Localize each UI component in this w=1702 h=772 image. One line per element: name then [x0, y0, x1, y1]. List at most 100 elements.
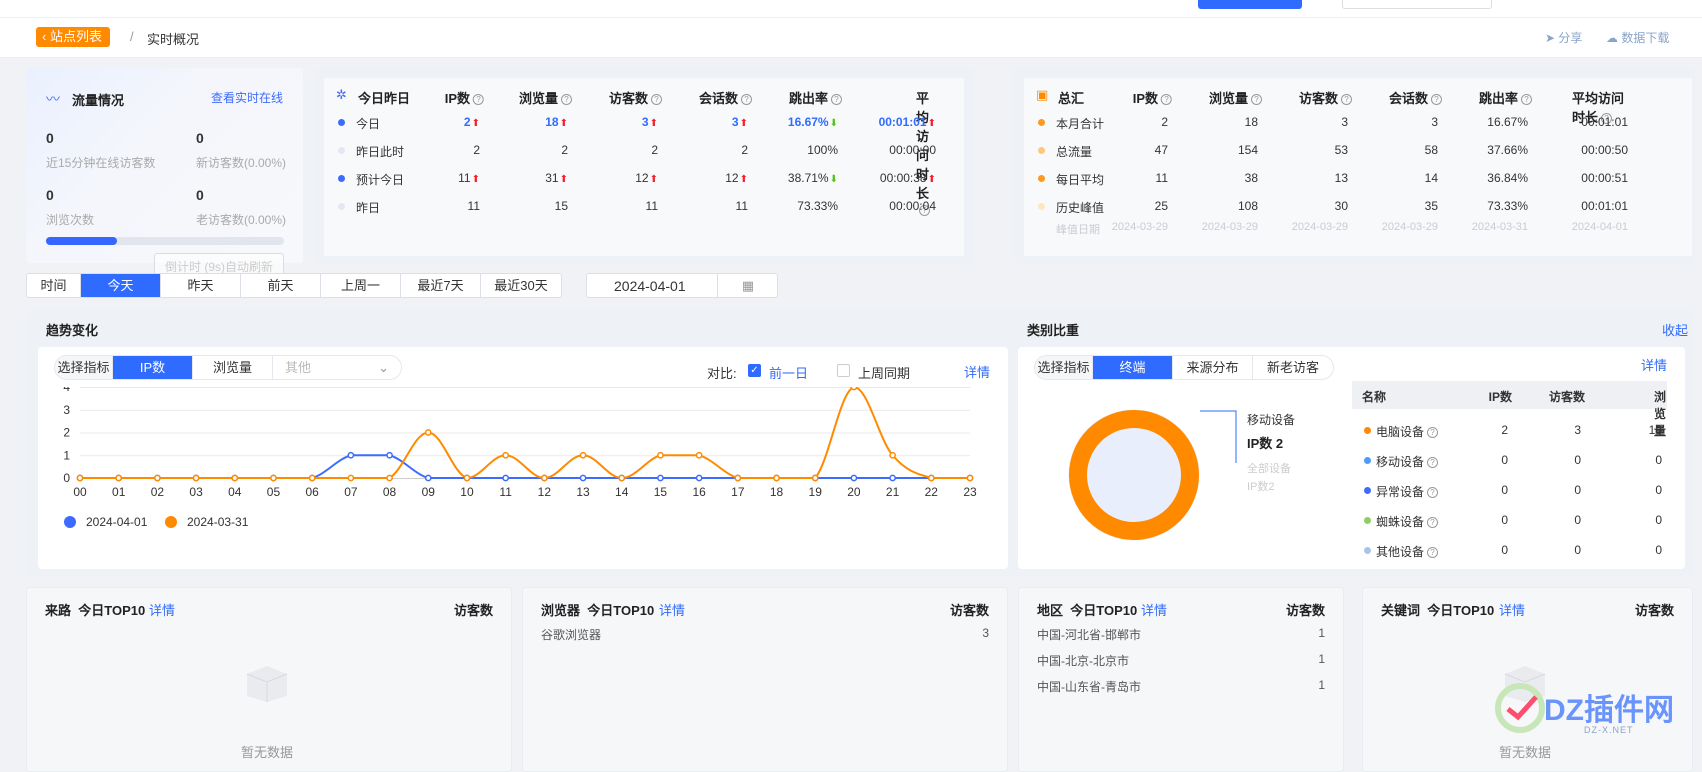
data-point[interactable]: [424, 429, 432, 436]
metric-tab-ip[interactable]: IP数: [113, 356, 193, 379]
table-cell: 47: [1154, 143, 1168, 157]
compare-last-week-checkbox[interactable]: [837, 364, 850, 377]
data-point[interactable]: [773, 474, 780, 482]
data-point[interactable]: [76, 474, 84, 482]
help-icon[interactable]: ?: [473, 94, 484, 105]
table-cell: 18⬆: [545, 115, 568, 129]
category-tab-terminal[interactable]: 终端: [1093, 356, 1173, 379]
calendar-icon[interactable]: ▦: [717, 274, 778, 297]
site-list-button[interactable]: ‹ 站点列表: [36, 27, 110, 47]
metric-other-select[interactable]: 其他 ⌄: [273, 356, 401, 379]
keyword-detail-link[interactable]: 详情: [1499, 600, 1525, 619]
time-tab[interactable]: 最近30天: [481, 274, 561, 297]
category-tab-new-old[interactable]: 新老访客: [1253, 356, 1333, 379]
data-point[interactable]: [540, 474, 548, 482]
date-picker[interactable]: 2024-04-01 ▦: [586, 273, 778, 298]
device-table-header: 名称 IP数 访客数 浏览量: [1352, 381, 1667, 438]
watermark-url: DZ-X.NET: [1584, 725, 1634, 735]
help-icon[interactable]: ?: [1427, 457, 1439, 468]
category-tab-source[interactable]: 来源分布: [1173, 356, 1253, 379]
data-point[interactable]: [657, 451, 664, 459]
data-point[interactable]: [850, 474, 858, 482]
data-point[interactable]: [347, 451, 355, 459]
legend-label[interactable]: 2024-03-31: [187, 515, 249, 529]
x-tick-label: 04: [228, 485, 242, 499]
region-detail-link[interactable]: 详情: [1141, 600, 1167, 619]
data-point[interactable]: [657, 474, 664, 482]
table-cell: 13: [1334, 171, 1348, 185]
time-tab[interactable]: 上周一: [321, 274, 401, 297]
legend-swatch[interactable]: [165, 516, 177, 528]
data-point[interactable]: [308, 474, 316, 482]
help-icon[interactable]: ?: [831, 94, 842, 105]
data-point[interactable]: [502, 474, 510, 482]
table-cell: 0: [1655, 453, 1662, 467]
data-point[interactable]: [850, 387, 858, 391]
data-point[interactable]: [154, 474, 161, 482]
help-icon[interactable]: ?: [741, 94, 752, 105]
time-tab[interactable]: 昨天: [161, 274, 241, 297]
data-point[interactable]: [386, 451, 393, 459]
help-icon[interactable]: ?: [561, 94, 572, 105]
help-icon[interactable]: ?: [1427, 427, 1439, 438]
data-point[interactable]: [270, 474, 277, 482]
data-point[interactable]: [734, 474, 742, 482]
data-point[interactable]: [502, 451, 510, 459]
time-tab[interactable]: 前天: [241, 274, 321, 297]
region-title: 地区 今日TOP10: [1037, 603, 1138, 618]
data-point[interactable]: [579, 474, 587, 482]
data-point[interactable]: [966, 474, 974, 482]
list-item: 中国-山东省-青岛市: [1037, 680, 1141, 694]
help-icon[interactable]: ?: [1521, 94, 1532, 105]
help-icon[interactable]: ?: [1427, 517, 1439, 528]
trend-detail-link[interactable]: 详情: [964, 362, 990, 381]
browser-detail-link[interactable]: 详情: [659, 600, 685, 619]
peak-date-cell: 2024-03-29: [1201, 221, 1258, 233]
x-tick-label: 03: [189, 485, 203, 499]
x-tick-label: 11: [499, 485, 512, 499]
legend-label[interactable]: 2024-04-01: [86, 515, 148, 529]
data-point[interactable]: [618, 474, 626, 482]
table-cell: 0: [1501, 483, 1508, 497]
data-point[interactable]: [889, 474, 896, 482]
data-point[interactable]: [386, 474, 393, 482]
compare-last-week-label[interactable]: 上周同期: [858, 363, 910, 382]
compare-prev-day-checkbox[interactable]: ✓: [748, 364, 761, 377]
help-icon[interactable]: ?: [1161, 94, 1172, 105]
data-point[interactable]: [695, 451, 703, 459]
time-tab[interactable]: 今天: [81, 274, 161, 297]
help-icon[interactable]: ?: [1341, 94, 1352, 105]
data-point[interactable]: [889, 451, 896, 459]
download-button[interactable]: ☁ 数据下载: [1606, 29, 1669, 46]
data-point[interactable]: [424, 474, 432, 482]
time-tab[interactable]: 最近7天: [401, 274, 481, 297]
data-point[interactable]: [811, 474, 819, 482]
help-icon[interactable]: ?: [1431, 94, 1442, 105]
help-icon[interactable]: ?: [1427, 487, 1439, 498]
device-row-label: 电脑设备?: [1376, 423, 1439, 440]
table-cell: 25: [1154, 199, 1168, 213]
category-detail-link[interactable]: 详情: [1641, 355, 1667, 374]
nav-primary-button[interactable]: [1198, 0, 1302, 9]
data-point[interactable]: [347, 474, 355, 482]
realtime-online-link[interactable]: 查看实时在线: [211, 89, 283, 106]
row-dot: [338, 119, 345, 126]
data-point[interactable]: [231, 474, 239, 482]
data-point[interactable]: [695, 474, 703, 482]
referrer-detail-link[interactable]: 详情: [149, 600, 175, 619]
data-point[interactable]: [927, 474, 935, 482]
compare-prev-day-label[interactable]: 前一日: [769, 363, 808, 382]
table-cell: 2: [561, 143, 568, 157]
data-point[interactable]: [115, 474, 123, 482]
data-point[interactable]: [192, 474, 200, 482]
legend-swatch[interactable]: [64, 516, 76, 528]
help-icon[interactable]: ?: [1427, 547, 1439, 558]
data-point[interactable]: [579, 451, 587, 459]
collapse-link[interactable]: 收起: [1662, 320, 1688, 339]
help-icon[interactable]: ?: [1251, 94, 1262, 105]
help-icon[interactable]: ?: [651, 94, 662, 105]
nav-search-box[interactable]: [1342, 0, 1492, 9]
metric-tab-pageviews[interactable]: 浏览量: [193, 356, 273, 379]
data-point[interactable]: [463, 474, 471, 482]
share-button[interactable]: ➤ 分享: [1545, 29, 1582, 46]
